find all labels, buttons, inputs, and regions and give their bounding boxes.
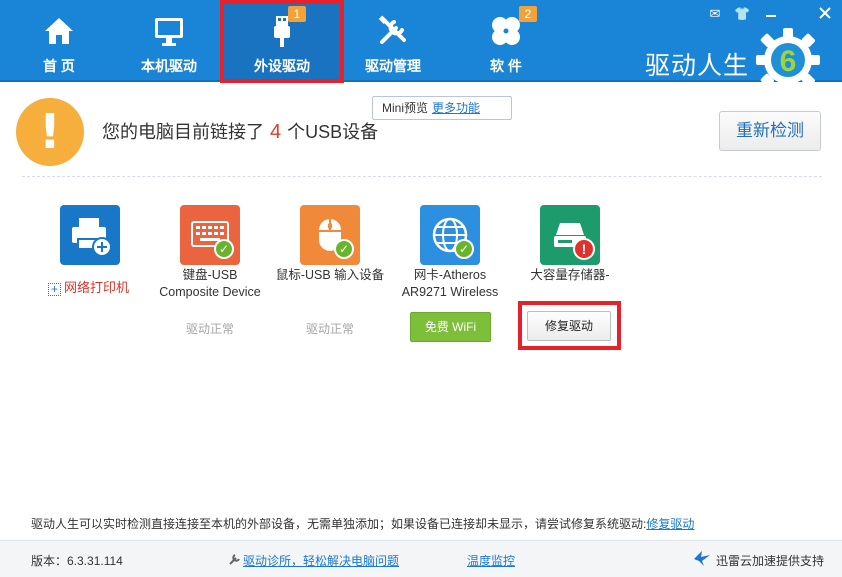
usb-status-text: 您的电脑目前链接了 4 个USB设备 (102, 118, 378, 144)
footer-bar: 版本：6.3.31.114 驱动诊所，轻松解决电脑问题 温度监控 迅雷云加速提供… (0, 540, 842, 577)
status-prefix: 您的电脑目前链接了 (102, 122, 264, 142)
minimize-icon[interactable] (763, 6, 779, 22)
top-nav-bar: 首 页 本机驱动 外设驱动 1 驱动管理 软 件 2 驱动人生 6 ✉ 👕 (0, 0, 842, 92)
keyboard-driver-status: 驱动正常 (185, 322, 234, 336)
message-icon[interactable]: ✉ (707, 6, 723, 22)
network-card-name: 网卡-Atheros AR9271 Wireless (401, 268, 499, 299)
monitor-icon (155, 18, 183, 46)
error-icon: ! (573, 238, 595, 260)
network-printer-icon[interactable] (60, 205, 120, 265)
skin-icon[interactable]: 👕 (734, 6, 750, 22)
nav-software[interactable]: 软 件 (447, 0, 565, 82)
temperature-monitor-link[interactable]: 温度监控 (467, 552, 515, 569)
brand-logo-gear-icon: 6 (756, 28, 820, 92)
brand-name: 驱动人生 (645, 52, 750, 80)
nav-peripheral-driver[interactable]: 外设驱动 (223, 0, 341, 82)
network-printer-label[interactable]: + 网络打印机 (48, 277, 129, 296)
keyboard-device-name: 键盘-USB Composite Device (159, 268, 261, 299)
recheck-button[interactable]: 重新检测 (719, 111, 821, 151)
nav-driver-manage-label: 驱动管理 (365, 58, 421, 74)
mini-preview-tooltip: Mini预览 更多功能 (372, 96, 512, 120)
mouse-driver-status: 驱动正常 (305, 322, 354, 336)
network-printer-name: 网络打印机 (64, 280, 130, 295)
software-badge: 2 (519, 6, 537, 22)
nav-home-label: 首 页 (43, 58, 75, 74)
warning-icon: ! (16, 98, 84, 166)
close-icon[interactable] (817, 6, 833, 22)
nav-home[interactable]: 首 页 (0, 0, 118, 82)
add-icon: + (48, 283, 61, 296)
home-icon (45, 18, 73, 44)
version-label: 版本：6.3.31.114 (31, 554, 123, 568)
mouse-device-name: 鼠标-USB 输入设备 (275, 268, 385, 282)
more-features-link[interactable]: 更多功能 (432, 101, 480, 115)
ok-check-icon: ✓ (454, 239, 474, 259)
repair-driver-button[interactable]: 修复驱动 (527, 311, 611, 341)
repair-driver-link[interactable]: 修复驱动 (646, 517, 694, 531)
free-wifi-button[interactable]: 免费 WiFi (410, 312, 491, 342)
status-suffix: 个USB设备 (287, 122, 379, 142)
usb-count: 4 (270, 121, 282, 143)
divider (22, 176, 822, 177)
wrench-icon (229, 554, 240, 565)
nav-driver-manage[interactable]: 驱动管理 (334, 0, 452, 82)
xunlei-bird-icon (694, 551, 710, 566)
cloud-acceleration-text: 迅雷云加速提供支持 (716, 554, 825, 568)
nav-peripheral-driver-label: 外设驱动 (254, 58, 310, 74)
tools-icon (378, 15, 406, 44)
peripheral-badge: 1 (288, 6, 306, 22)
driver-clinic-link[interactable]: 驱动诊所，轻松解决电脑问题 (243, 552, 399, 569)
ok-check-icon: ✓ (334, 239, 354, 259)
clover-icon (492, 17, 520, 45)
logo-digit: 6 (780, 45, 797, 78)
hint-text: 驱动人生可以实时检测直接连接至本机的外部设备，无需单独添加；如果设备已连接却未显… (31, 517, 695, 531)
nav-local-driver-label: 本机驱动 (141, 58, 197, 74)
mini-preview-label: Mini预览 (382, 101, 429, 115)
mass-storage-name: 大容量存储器- (530, 268, 610, 282)
ok-check-icon: ✓ (214, 239, 234, 259)
nav-software-label: 软 件 (490, 58, 522, 74)
nav-local-driver[interactable]: 本机驱动 (110, 0, 228, 82)
